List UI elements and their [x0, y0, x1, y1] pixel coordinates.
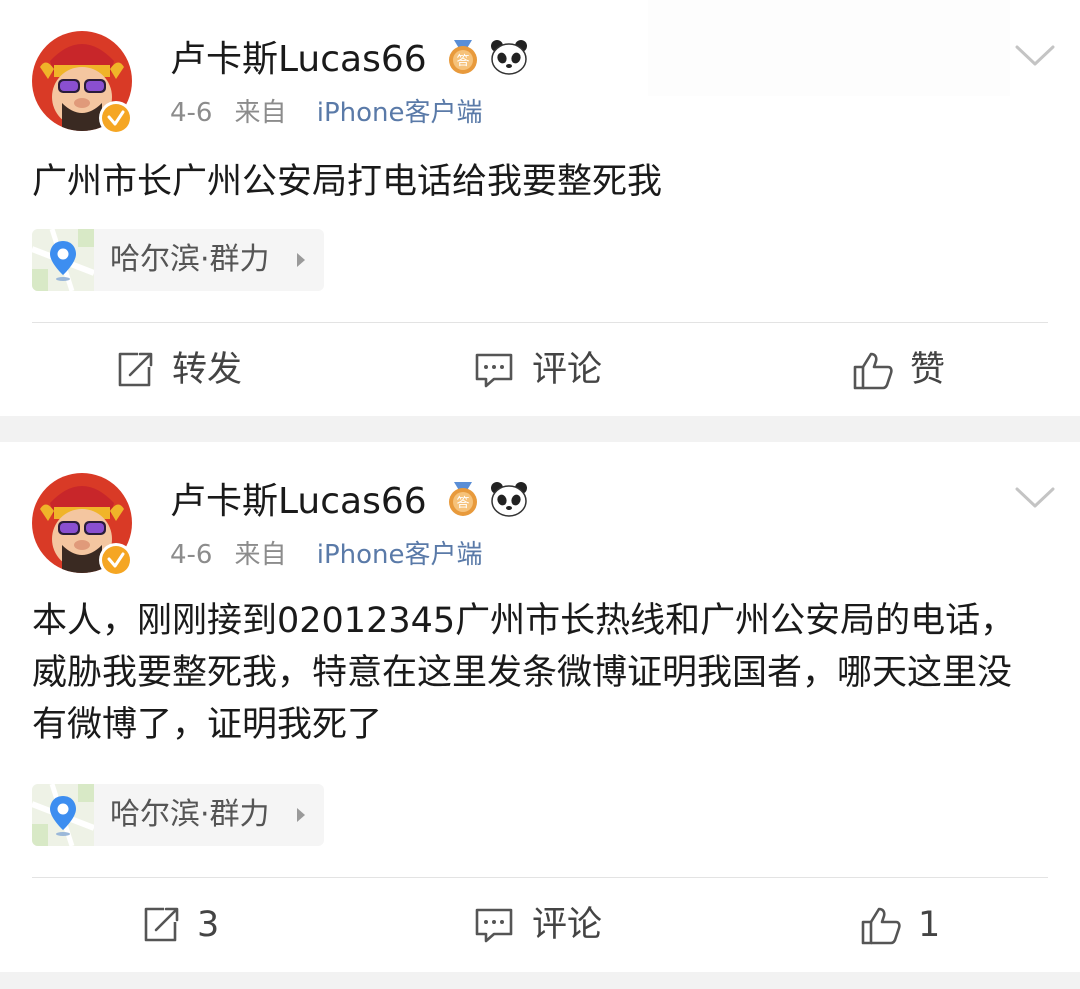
feed-post: 卢卡斯Lucas66 答 4-6 来自 iPhone客户端 广州市长广州公安局打电… — [0, 0, 1080, 416]
divider — [32, 877, 1048, 878]
repost-label: 转发 — [172, 350, 243, 390]
location-label: 哈尔滨·群力 — [110, 797, 270, 832]
map-pin-icon — [32, 229, 94, 291]
repost-button[interactable]: 3 — [142, 880, 242, 970]
verified-badge-icon — [99, 101, 133, 135]
post-header: 卢卡斯Lucas66 答 4-6 来自 iPhone客户端 — [0, 442, 1080, 592]
source-prefix: 来自 — [234, 540, 287, 570]
comment-button[interactable]: 评论 — [474, 880, 614, 970]
comment-label: 评论 — [532, 350, 603, 390]
chevron-right-icon — [297, 808, 305, 822]
source-prefix: 来自 — [234, 98, 287, 128]
repost-icon — [118, 352, 153, 387]
chevron-down-icon[interactable] — [1014, 44, 1056, 68]
post-source: 来自 iPhone客户端 — [234, 540, 504, 570]
medal-badge-icon[interactable]: 答 — [444, 480, 482, 518]
location-chip[interactable]: 哈尔滨·群力 — [32, 784, 324, 846]
username[interactable]: 卢卡斯Lucas66 — [170, 38, 427, 82]
divider — [32, 322, 1048, 323]
post-header: 卢卡斯Lucas66 答 4-6 来自 iPhone客户端 — [0, 0, 1080, 150]
panda-badge-icon[interactable] — [489, 480, 529, 518]
repost-button[interactable]: 转发 — [116, 325, 256, 415]
medal-badge-icon[interactable]: 答 — [444, 38, 482, 76]
post-meta: 4-6 来自 iPhone客户端 — [170, 538, 505, 572]
post-source: 来自 iPhone客户端 — [234, 98, 504, 128]
location-chip[interactable]: 哈尔滨·群力 — [32, 229, 324, 291]
panda-badge-icon[interactable] — [489, 38, 529, 76]
map-pin-icon — [32, 784, 94, 846]
thumbs-up-icon — [853, 352, 893, 390]
comment-icon — [475, 353, 513, 388]
post-text: 本人，刚刚接到02012345广州市长热线和广州公安局的电话，威胁我要整死我，特… — [32, 601, 1016, 745]
repost-count: 3 — [197, 905, 220, 945]
feed-post: 卢卡斯Lucas66 答 4-6 来自 iPhone客户端 本人，刚刚接到0201… — [0, 442, 1080, 972]
source-link[interactable]: iPhone客户端 — [317, 98, 483, 128]
svg-text:答: 答 — [456, 495, 469, 511]
thumbs-up-icon — [861, 907, 901, 945]
like-button[interactable]: 赞 — [852, 325, 972, 415]
source-link[interactable]: iPhone客户端 — [317, 540, 483, 570]
repost-icon — [144, 907, 179, 942]
post-meta: 4-6 来自 iPhone客户端 — [170, 96, 505, 130]
chevron-right-icon — [297, 253, 305, 267]
action-bar: 转发 评论 赞 — [0, 325, 1080, 415]
comment-button[interactable]: 评论 — [474, 325, 614, 415]
post-text: 广州市长广州公安局打电话给我要整死我 — [32, 162, 663, 202]
like-count: 1 — [918, 905, 941, 945]
action-bar: 3 评论 1 — [0, 880, 1080, 970]
like-button[interactable]: 1 — [860, 880, 960, 970]
chevron-down-icon[interactable] — [1014, 486, 1056, 510]
location-label: 哈尔滨·群力 — [110, 242, 270, 277]
username[interactable]: 卢卡斯Lucas66 — [170, 480, 427, 524]
comment-label: 评论 — [532, 905, 603, 945]
verified-badge-icon — [99, 543, 133, 577]
svg-text:答: 答 — [456, 53, 469, 69]
like-label: 赞 — [910, 350, 946, 390]
comment-icon — [475, 908, 513, 943]
post-date: 4-6 — [170, 540, 213, 570]
post-date: 4-6 — [170, 98, 213, 128]
